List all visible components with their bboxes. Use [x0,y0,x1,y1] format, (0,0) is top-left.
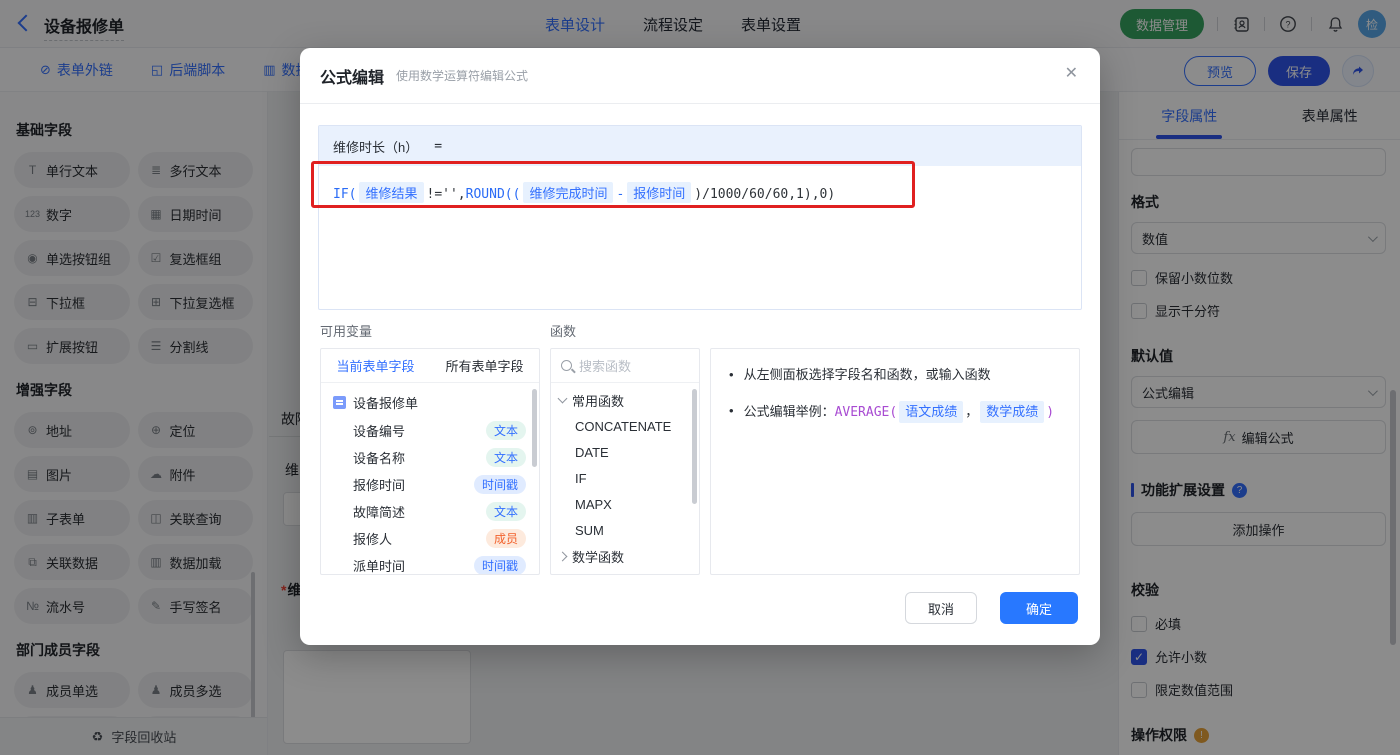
variable-row[interactable]: 派单时间 时间戳 [321,552,539,574]
search-icon [561,360,572,371]
function-group-math[interactable]: 数学函数 [551,543,699,569]
type-badge: 时间戳 [473,475,526,494]
variables-label: 可用变量 [320,324,373,339]
function-group-common[interactable]: 常用函数 [551,387,699,413]
equals-sign: = [434,138,443,154]
chevron-right-icon [557,551,568,561]
variable-row[interactable]: 设备编号 文本 [321,417,539,444]
example-field-chip: 数学成绩 [980,401,1045,423]
variables-root[interactable]: 设备报修单 [321,388,539,417]
formula-editor[interactable]: 维修时长（h） = IF(维修结果 !='',ROUND((维修完成时间 - 报修时间… [318,125,1082,310]
formula-expression: IF(维修结果 !='',ROUND((维修完成时间 - 报修时间)/1000/60/… [319,166,1081,219]
field-chip: 维修完成时间 [523,182,614,203]
function-item[interactable]: MAPX [551,491,699,517]
function-item[interactable]: DATE [551,439,699,465]
modal-subtitle: 使用数学运算符编辑公式 [396,69,529,83]
chevron-down-icon [557,393,568,404]
help-line-2: 公式编辑举例：AVERAGE(语文成绩，数学成绩) [744,401,1054,423]
field-chip: 维修结果 [359,182,424,203]
formula-edit-modal: 公式编辑 使用数学运算符编辑公式 ✕ 维修时长（h） = IF(维修结果 !=''… [300,48,1100,645]
bullet-icon: • [729,403,734,418]
functions-panel: 搜索函数 常用函数 CONCATENATE DATE IF MAPX SUM 数… [550,348,700,575]
confirm-button[interactable]: 确定 [1000,592,1078,624]
variable-row[interactable]: 报修时间 时间戳 [321,471,539,498]
type-badge: 文本 [485,421,526,440]
variable-row[interactable]: 报修人 成员 [321,525,539,552]
help-line-1: 从左侧面板选择字段名和函数，或输入函数 [743,367,991,382]
functions-scrollbar[interactable] [692,389,697,504]
variable-row[interactable]: 设备名称 文本 [321,444,539,471]
tab-all-form-fields[interactable]: 所有表单字段 [430,349,539,382]
tab-current-form-fields[interactable]: 当前表单字段 [321,349,430,382]
field-chip: 报修时间 [627,182,692,203]
type-badge: 文本 [485,502,526,521]
formula-field-name: 维修时长（h） [333,139,419,155]
function-item[interactable]: SUM [551,517,699,543]
function-search-input[interactable]: 搜索函数 [579,356,631,375]
variables-panel: 当前表单字段 所有表单字段 设备报修单 设备编号 文本 设备名称 文本 报修时间 时间… [320,348,540,575]
document-icon [333,396,346,409]
functions-label: 函数 [550,324,577,339]
function-item[interactable]: CONCATENATE [551,413,699,439]
type-badge: 成员 [485,529,526,548]
help-panel: • 从左侧面板选择字段名和函数，或输入函数 • 公式编辑举例：AVERAGE(语文… [710,348,1080,575]
bullet-icon: • [729,367,734,382]
variables-scrollbar[interactable] [532,389,537,467]
type-badge: 文本 [485,448,526,467]
variable-row[interactable]: 故障简述 文本 [321,498,539,525]
close-icon[interactable]: ✕ [1065,66,1078,82]
function-item[interactable]: IF [551,465,699,491]
type-badge: 时间戳 [473,556,526,574]
function-group-text[interactable]: 文本函数 [551,569,699,574]
modal-title: 公式编辑 [320,69,385,87]
app-root: 设备报修单 表单设计 流程设定 表单设置 数据管理 ? 检 ⊘ 表单外链 ◱ 后… [0,0,1400,755]
cancel-button[interactable]: 取消 [905,592,977,624]
example-field-chip: 语文成绩 [899,401,964,423]
